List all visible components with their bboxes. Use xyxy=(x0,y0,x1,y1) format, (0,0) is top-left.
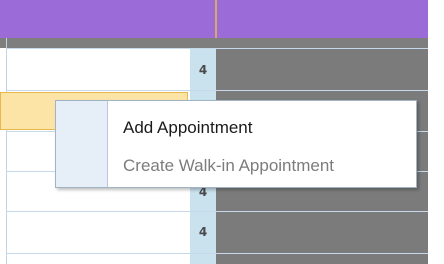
menu-item-create-walk-in-appointment: Create Walk-in Appointment xyxy=(123,156,335,175)
context-menu: Add Appointment Create Walk-in Appointme… xyxy=(55,100,417,188)
calendar-subheader xyxy=(0,38,444,48)
column-border xyxy=(6,38,7,264)
menu-item-add-appointment[interactable]: Add Appointment xyxy=(109,111,416,145)
grid-line xyxy=(6,253,428,254)
calendar-grid: 4 4 4 Add Appointment Create Walk-in App… xyxy=(0,0,444,264)
row-count: 4 xyxy=(198,63,208,77)
context-menu-icon-gutter xyxy=(56,101,108,187)
row-count: 4 xyxy=(198,225,208,239)
header-divider xyxy=(215,0,217,38)
grid-right-edge xyxy=(428,0,444,264)
grid-line xyxy=(6,90,428,91)
calendar-header xyxy=(0,0,444,38)
grid-line xyxy=(6,48,428,49)
grid-line xyxy=(6,211,428,212)
